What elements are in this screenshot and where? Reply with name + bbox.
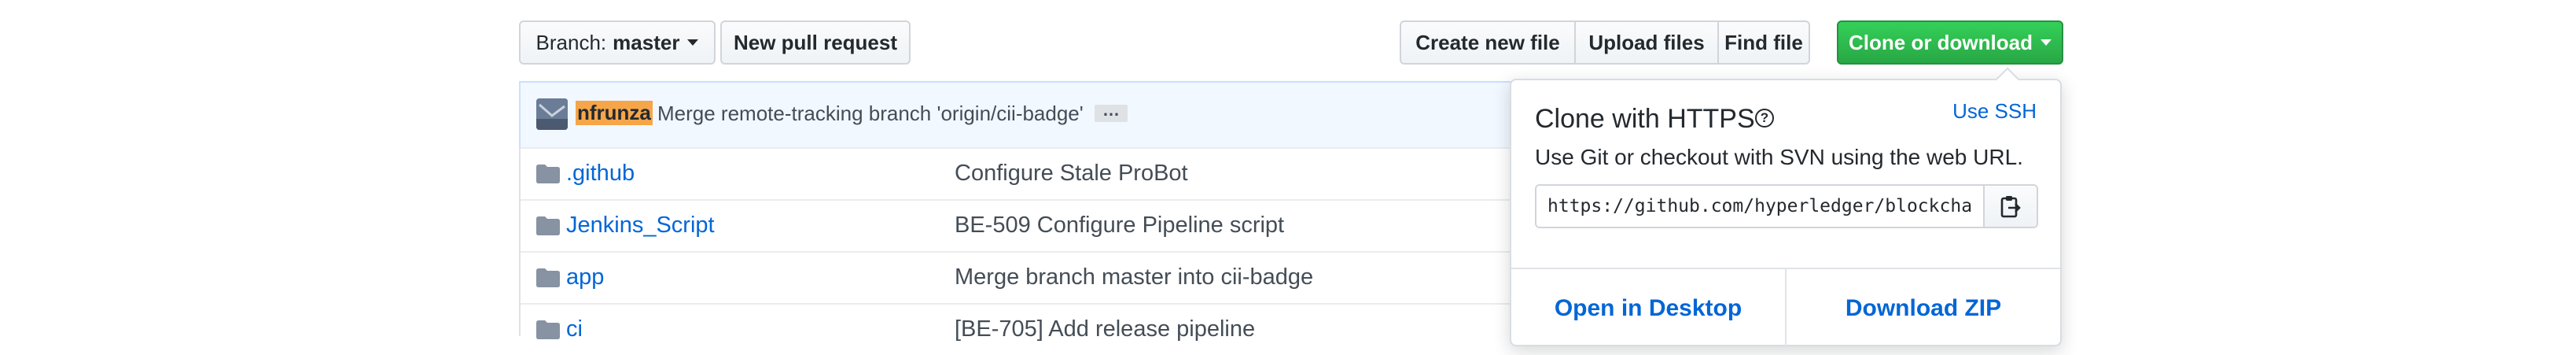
- commit-message[interactable]: Merge remote-tracking branch 'origin/cii…: [657, 102, 1084, 126]
- file-actions-group: Create new file Upload files Find file: [1400, 20, 1810, 65]
- branch-selector-button[interactable]: Branch: master: [519, 20, 716, 65]
- avatar[interactable]: [536, 98, 568, 130]
- clone-description: Use Git or checkout with SVN using the w…: [1535, 145, 2023, 169]
- folder-icon: [536, 268, 560, 287]
- file-name-link[interactable]: ci: [566, 316, 583, 342]
- file-name-link[interactable]: Jenkins_Script: [566, 213, 715, 239]
- copy-url-button[interactable]: [1983, 186, 2037, 227]
- file-name-link[interactable]: app: [566, 264, 604, 290]
- find-file-label: Find file: [1724, 30, 1803, 54]
- file-commit-message[interactable]: [BE-705] Add release pipeline: [955, 316, 1255, 342]
- avatar-image: [536, 98, 568, 130]
- question-circle-icon[interactable]: ?: [1755, 109, 1774, 128]
- file-commit-message[interactable]: Configure Stale ProBot: [955, 161, 1188, 187]
- new-pull-request-button[interactable]: New pull request: [720, 20, 911, 65]
- folder-icon: [536, 216, 560, 235]
- commit-ellipsis-button[interactable]: …: [1095, 102, 1128, 122]
- chevron-down-icon: [687, 39, 699, 46]
- commit-author[interactable]: nfrunza: [576, 101, 653, 125]
- create-new-file-label: Create new file: [1415, 30, 1560, 54]
- create-new-file-button[interactable]: Create new file: [1401, 22, 1574, 63]
- file-commit-message[interactable]: Merge branch master into cii-badge: [955, 264, 1313, 290]
- clone-popover-title: Clone with HTTPS: [1535, 104, 1755, 134]
- chevron-down-icon: [2041, 39, 2052, 46]
- branch-prefix: Branch:: [535, 30, 607, 54]
- upload-files-button[interactable]: Upload files: [1574, 22, 1717, 63]
- open-in-desktop-label: Open in Desktop: [1554, 295, 1742, 321]
- popover-arrow: [1995, 67, 2020, 92]
- use-ssh-link[interactable]: Use SSH: [1952, 99, 2037, 124]
- folder-icon: [536, 320, 560, 339]
- file-name-link[interactable]: .github: [566, 161, 635, 187]
- download-zip-label: Download ZIP: [1845, 295, 2002, 321]
- clone-or-download-button[interactable]: Clone or download: [1837, 20, 2063, 65]
- find-file-button[interactable]: Find file: [1717, 22, 1809, 63]
- clone-popover: Clone with HTTPS ? Use SSH Use Git or ch…: [1510, 67, 2062, 348]
- clone-url-group: [1535, 184, 2038, 228]
- clipboard-icon: [2000, 196, 2021, 218]
- clone-url-input[interactable]: [1536, 186, 1983, 227]
- branch-name: master: [613, 30, 680, 54]
- popover-footer: Open in Desktop Download ZIP: [1511, 268, 2060, 348]
- new-pull-request-label: New pull request: [733, 30, 898, 54]
- file-commit-message[interactable]: BE-509 Configure Pipeline script: [955, 213, 1284, 239]
- clone-or-download-label: Clone or download: [1849, 30, 2033, 54]
- folder-icon: [536, 165, 560, 183]
- upload-files-label: Upload files: [1588, 30, 1705, 54]
- download-zip-button[interactable]: Download ZIP: [1787, 269, 2060, 348]
- open-in-desktop-button[interactable]: Open in Desktop: [1511, 269, 1787, 348]
